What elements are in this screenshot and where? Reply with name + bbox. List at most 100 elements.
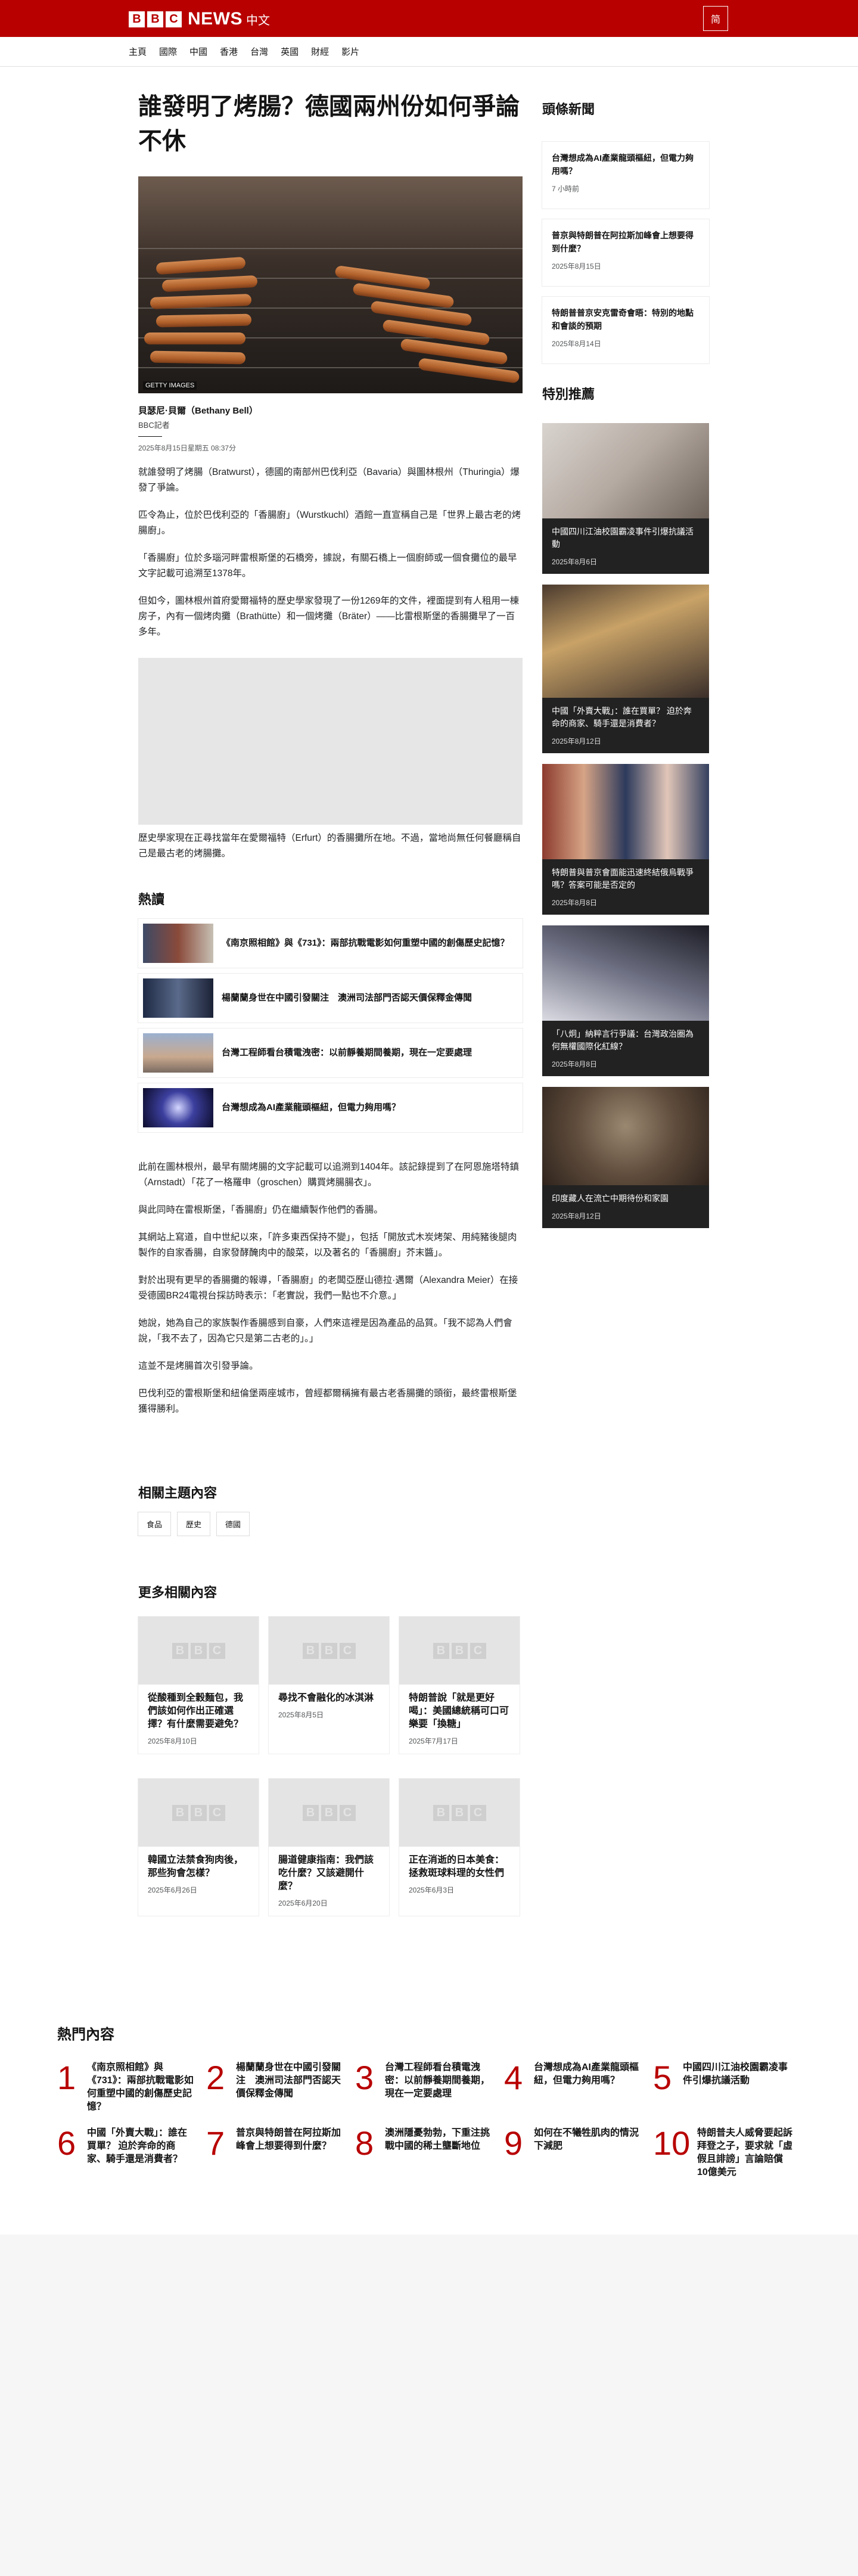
topic-tag-food[interactable]: 食品	[138, 1512, 171, 1536]
most-popular: 熱門內容 1 《南京照相館》與《731》：兩部抗戰電影如何重塑中國的創傷歷史記憶…	[57, 2022, 802, 2179]
nav-item-china[interactable]: 中國	[189, 45, 207, 58]
featured-card[interactable]: 中國「外賣大戰」：誰在買單？ 迫於奔命的商家、騎手還是消費者？ 2025年8月1…	[542, 585, 709, 753]
related-card-title: 韓國立法禁食狗肉後，那些狗會怎樣？	[148, 1855, 244, 1878]
nav-item-uk[interactable]: 英國	[281, 45, 299, 58]
nav-item-home[interactable]: 主頁	[129, 45, 147, 58]
byline: 貝瑟尼·貝爾（Bethany Bell） BBC記者 2025年8月15日星期五…	[138, 404, 523, 453]
hot-read-item[interactable]: 《南京照相館》與《731》：兩部抗戰電影如何重塑中國的創傷歷史記憶？	[138, 919, 523, 968]
related-card-title: 尋找不會融化的冰淇淋	[278, 1693, 374, 1703]
top-story-item[interactable]: 普京與特朗普在阿拉斯加峰會上想要得到什麼？ 2025年8月15日	[542, 219, 709, 286]
related-card-title: 正在消逝的日本美食：拯救斑球料理的女性們	[409, 1855, 505, 1878]
article-paragraph: 這並不是烤腸首次引發爭論。	[138, 1361, 259, 1371]
popular-title: 如何在不犧牲肌肉的情況下減肥	[534, 2128, 639, 2151]
article-paragraph: 與此同時在雷根斯堡，「香腸廚」仍在繼續製作他們的香腸。	[138, 1205, 383, 1215]
top-story-date: 2025年8月14日	[552, 340, 601, 348]
related-cards-grid: BBC 從酸種到全穀麵包，我們該如何作出正確選擇？有什麼需要避免？ 2025年8…	[138, 1617, 523, 1916]
nav-item-business[interactable]: 財經	[311, 45, 329, 58]
related-card[interactable]: BBC 腸道健康指南：我們該吃什麼？又該避開什麼？ 2025年6月20日	[269, 1779, 389, 1916]
popular-item[interactable]: 4 台灣想成為AI產業龍頭樞紐，但電力夠用嗎？	[504, 2061, 653, 2114]
featured-date: 2025年8月8日	[552, 899, 598, 907]
hot-read-thumbnail	[143, 1088, 213, 1127]
advertisement-placeholder	[138, 658, 523, 825]
topic-tag-germany[interactable]: 德國	[217, 1512, 250, 1536]
bbc-news-logo[interactable]: B B C NEWS 中文	[129, 9, 270, 29]
featured-card[interactable]: 特朗普與普京會面能迅速終結俄烏戰爭嗎？答案可能是否定的 2025年8月8日	[542, 764, 709, 915]
article-paragraph: 歷史學家現在正尋找當年在愛爾福特（Erfurt）的香腸攤所在地。不過，當地尚無任…	[138, 833, 521, 859]
top-story-date: 2025年8月15日	[552, 262, 601, 271]
related-card[interactable]: BBC 從酸種到全穀麵包，我們該如何作出正確選擇？有什麼需要避免？ 2025年8…	[138, 1617, 259, 1754]
nav-item-hongkong[interactable]: 香港	[220, 45, 238, 58]
article: 誰發明了烤腸？德國兩州份如何爭論不休 GETTY IMAGES 貝瑟尼·貝爾（B…	[138, 89, 523, 1916]
top-story-item[interactable]: 台灣想成為AI產業龍頭樞紐，但電力夠用嗎？ 7 小時前	[542, 142, 709, 209]
popular-rank: 8	[355, 2124, 374, 2162]
featured-card[interactable]: 中國四川江油校園霸凌事件引爆抗議活動 2025年8月6日	[542, 423, 709, 574]
top-story-title: 普京與特朗普在阿拉斯加峰會上想要得到什麼？	[552, 231, 694, 253]
hot-read-title: 《南京照相館》與《731》：兩部抗戰電影如何重塑中國的創傷歷史記憶？	[222, 938, 509, 948]
popular-item[interactable]: 3 台灣工程師看台積電洩密：以前靜養期間養期，現在一定要處理	[355, 2061, 504, 2114]
popular-rank: 2	[206, 2059, 225, 2096]
hot-read-item[interactable]: 楊蘭蘭身世在中國引發關注 澳洲司法部門否認天價保釋金傳聞	[138, 974, 523, 1023]
featured-title: 中國「外賣大戰」：誰在買單？ 迫於奔命的商家、騎手還是消費者？	[552, 706, 692, 728]
popular-item[interactable]: 6 中國「外賣大戰」：誰在買單？ 迫於奔命的商家、騎手還是消費者？	[57, 2127, 206, 2179]
related-card[interactable]: BBC 韓國立法禁食狗肉後，那些狗會怎樣？ 2025年6月26日	[138, 1779, 259, 1916]
top-stories-heading: 頭條新聞	[542, 102, 595, 117]
popular-item[interactable]: 5 中國四川江油校園霸凌事件引爆抗議活動	[653, 2061, 802, 2114]
article-title: 誰發明了烤腸？德國兩州份如何爭論不休	[138, 94, 520, 154]
popular-rank: 7	[206, 2124, 225, 2162]
top-story-title: 特朗普普京安克雷奇會晤：特別的地點和會談的預期	[552, 308, 694, 331]
simplified-chinese-button[interactable]: 简	[703, 6, 728, 31]
featured-image	[542, 1087, 709, 1185]
main-nav: 主頁 國際 中國 香港 台灣 英國 財經 影片	[0, 37, 858, 67]
featured-date: 2025年8月6日	[552, 558, 598, 566]
hot-read-item[interactable]: 台灣想成為AI產業龍頭樞紐，但電力夠用嗎？	[138, 1083, 523, 1132]
hot-read-title: 台灣想成為AI產業龍頭樞紐，但電力夠用嗎？	[222, 1102, 401, 1113]
featured-card[interactable]: 「八炯」納粹言行爭議：台灣政治圈為何無權國際化紅線？ 2025年8月8日	[542, 925, 709, 1076]
popular-title: 中國「外賣大戰」：誰在買單？ 迫於奔命的商家、騎手還是消費者？	[87, 2128, 188, 2164]
popular-title: 澳洲隱憂勃勃，下重注挑戰中國的稀土壟斷地位	[385, 2128, 490, 2151]
logo-letter: B	[129, 11, 145, 27]
featured-title: 特朗普與普京會面能迅速終結俄烏戰爭嗎？答案可能是否定的	[552, 868, 694, 890]
topic-tag-history[interactable]: 歷史	[178, 1512, 210, 1536]
nav-item-world[interactable]: 國際	[159, 45, 177, 58]
author-name: 貝瑟尼·貝爾（Bethany Bell）	[138, 406, 258, 416]
top-story-date: 7 小時前	[552, 185, 580, 193]
featured-title: 印度藏人在流亡中期待份和家園	[552, 1194, 669, 1203]
featured-card[interactable]: 印度藏人在流亡中期待份和家園 2025年8月12日	[542, 1087, 709, 1228]
featured-date: 2025年8月8日	[552, 1060, 598, 1068]
hero-image-sausages-on-grill: GETTY IMAGES	[138, 176, 523, 393]
related-card-date: 2025年8月5日	[278, 1711, 324, 1719]
bbc-placeholder-image: BBC	[269, 1617, 389, 1685]
brand-subtitle: 中文	[246, 14, 270, 27]
article-paragraph: 此前在圖林根州，最早有關烤腸的文字記載可以追溯到1404年。該記錄提到了在阿恩施…	[138, 1162, 519, 1188]
hot-read-item[interactable]: 台灣工程師看台積電洩密：以前靜養期間養期，現在一定要處理	[138, 1028, 523, 1077]
related-card-date: 2025年7月17日	[409, 1737, 458, 1745]
popular-item[interactable]: 10 特朗普夫人威脅要起訴拜登之子，要求就「虛假且誹謗」言論賠償10億美元	[653, 2127, 802, 2179]
related-card[interactable]: BBC 特朗普說「就是更好喝」：美國總統稱可口可樂要「換糖」 2025年7月17…	[399, 1617, 520, 1754]
popular-title: 台灣想成為AI產業龍頭樞紐，但電力夠用嗎？	[534, 2062, 639, 2086]
related-card-date: 2025年6月26日	[148, 1886, 197, 1894]
hot-read-thumbnail	[143, 1033, 213, 1073]
popular-title: 楊蘭蘭身世在中國引發關注 澳洲司法部門否認天價保釋金傳聞	[236, 2062, 341, 2099]
featured-title: 中國四川江油校園霸凌事件引爆抗議活動	[552, 527, 694, 549]
featured-date: 2025年8月12日	[552, 737, 601, 745]
article-paragraph: 「香腸廚」位於多瑙河畔雷根斯堡的石橋旁，據說，有關石橋上一個廚師或一個食攤位的最…	[138, 553, 517, 579]
popular-rank: 3	[355, 2059, 374, 2096]
popular-item[interactable]: 2 楊蘭蘭身世在中國引發關注 澳洲司法部門否認天價保釋金傳聞	[206, 2061, 355, 2114]
hot-read-title: 台灣工程師看台積電洩密：以前靜養期間養期，現在一定要處理	[222, 1048, 472, 1058]
nav-item-video[interactable]: 影片	[341, 45, 359, 58]
related-card[interactable]: BBC 尋找不會融化的冰淇淋 2025年8月5日	[269, 1617, 389, 1754]
popular-rank: 9	[504, 2124, 523, 2162]
related-topics-heading: 相關主題內容	[138, 1486, 217, 1500]
popular-title: 《南京照相館》與《731》：兩部抗戰電影如何重塑中國的創傷歷史記憶？	[87, 2062, 194, 2112]
popular-item[interactable]: 7 普京與特朗普在阿拉斯加峰會上想要得到什麼？	[206, 2127, 355, 2179]
top-story-item[interactable]: 特朗普普京安克雷奇會晤：特別的地點和會談的預期 2025年8月14日	[542, 297, 709, 363]
nav-item-taiwan[interactable]: 台灣	[250, 45, 268, 58]
popular-item[interactable]: 9 如何在不犧牲肌肉的情況下減肥	[504, 2127, 653, 2179]
popular-item[interactable]: 8 澳洲隱憂勃勃，下重注挑戰中國的稀土壟斷地位	[355, 2127, 504, 2179]
popular-item[interactable]: 1 《南京照相館》與《731》：兩部抗戰電影如何重塑中國的創傷歷史記憶？	[57, 2061, 206, 2114]
topic-tags: 食品 歷史 德國	[138, 1512, 523, 1536]
featured-title: 「八炯」納粹言行爭議：台灣政治圈為何無權國際化紅線？	[552, 1029, 694, 1051]
bbc-placeholder-image: BBC	[138, 1617, 259, 1685]
featured-date: 2025年8月12日	[552, 1212, 601, 1220]
related-card[interactable]: BBC 正在消逝的日本美食：拯救斑球料理的女性們 2025年6月3日	[399, 1779, 520, 1916]
